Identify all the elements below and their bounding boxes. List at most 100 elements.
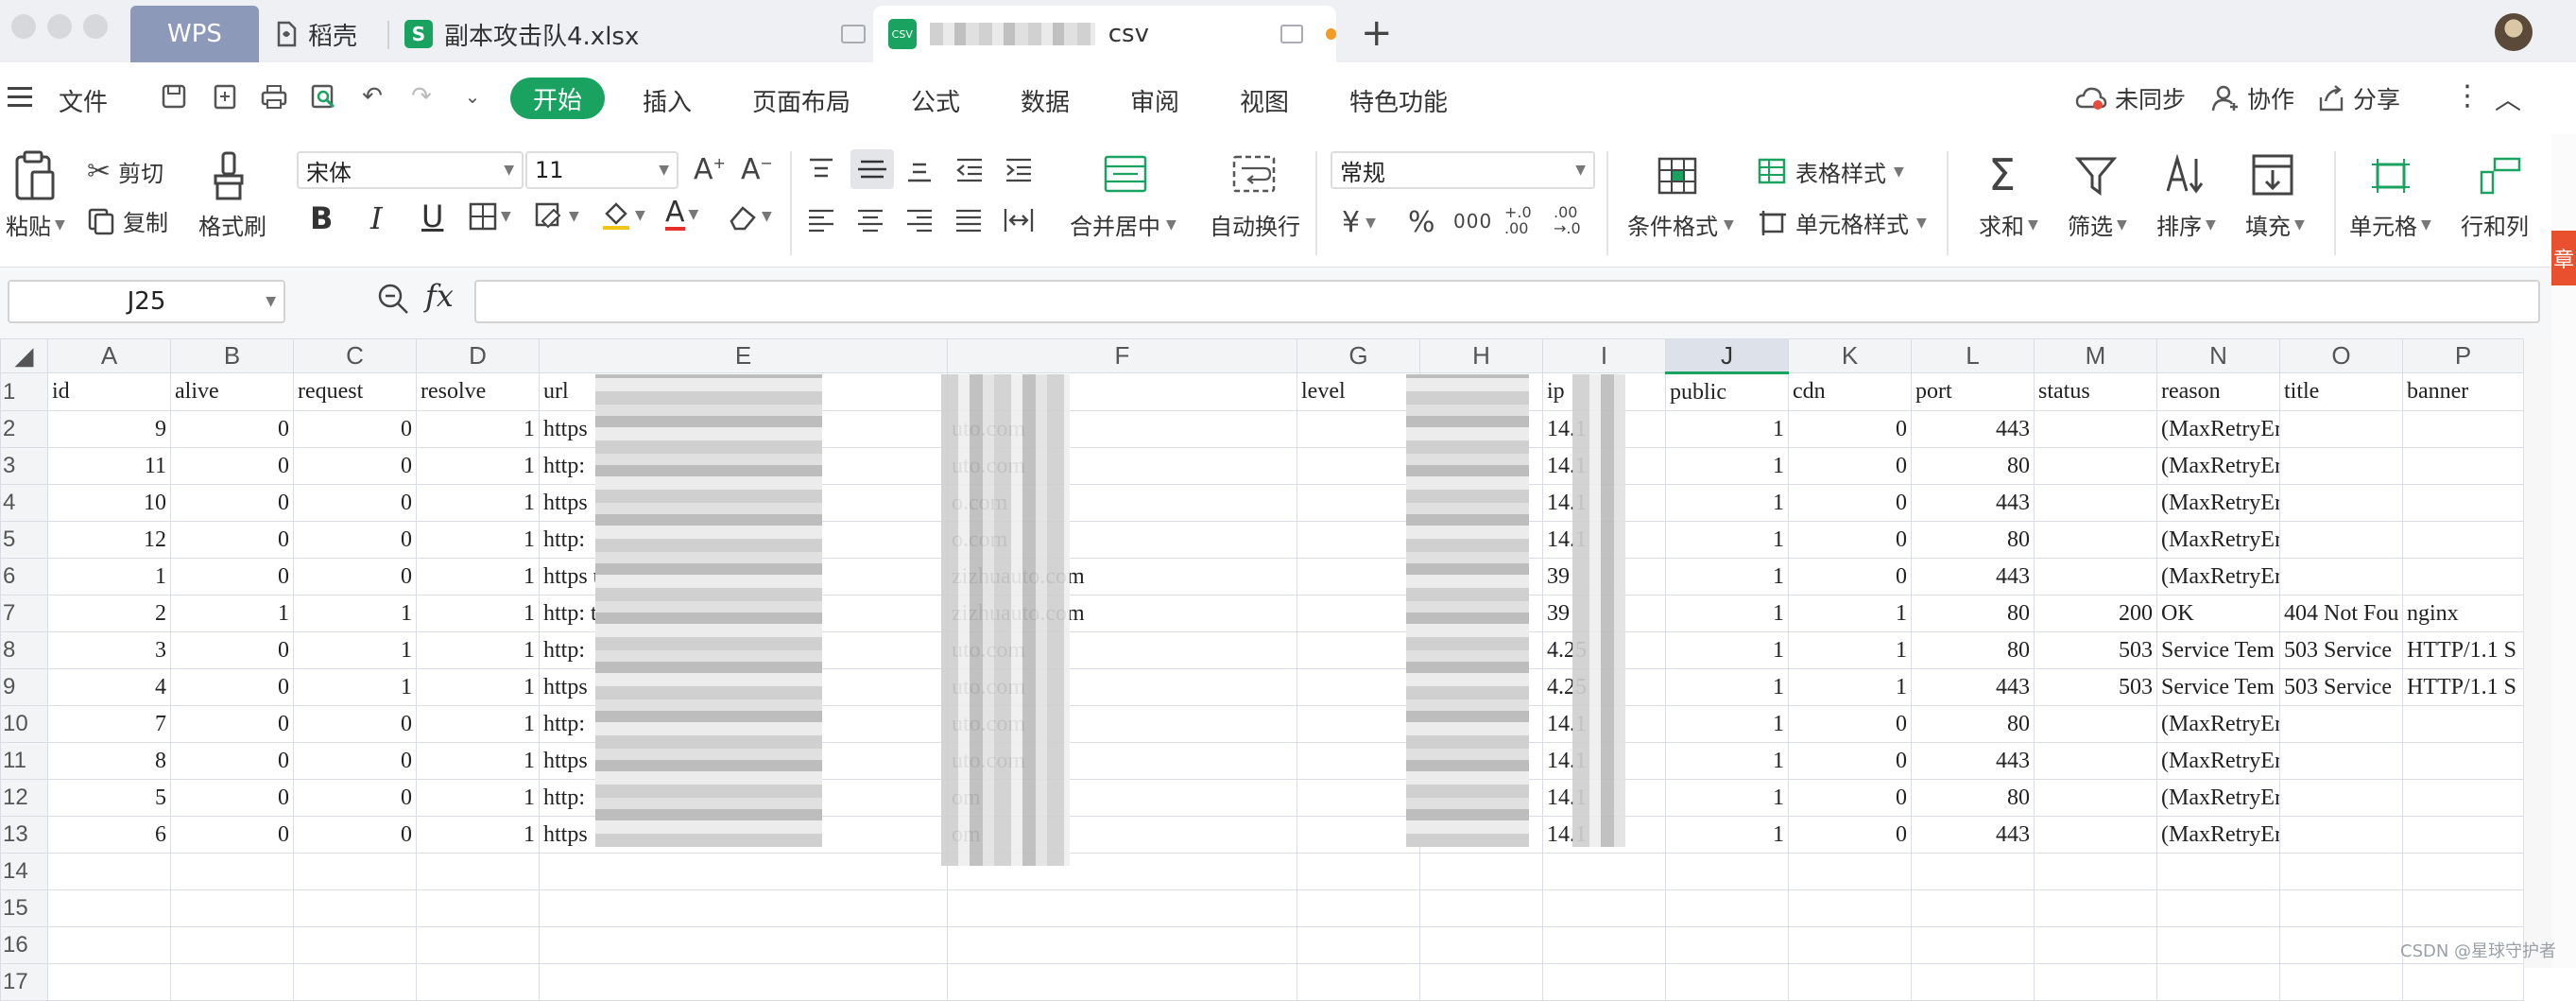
table-cell[interactable]: 0 (293, 779, 417, 817)
table-cell[interactable] (2279, 705, 2403, 743)
table-cell[interactable]: 0 (170, 705, 294, 743)
formula-input[interactable] (474, 280, 2540, 323)
table-cell[interactable] (1297, 410, 1420, 448)
bold-icon[interactable]: B (310, 200, 333, 236)
table-cell[interactable]: 1 (416, 447, 540, 485)
table-cell[interactable]: 0 (1788, 779, 1912, 817)
column-header[interactable]: P (2402, 338, 2524, 373)
table-cell[interactable]: resolve (416, 372, 540, 411)
increase-decimal-icon[interactable]: +.0 .00 (1504, 204, 1532, 236)
table-cell[interactable] (1911, 926, 2035, 964)
column-header[interactable]: I (1542, 338, 1666, 373)
table-cell[interactable] (170, 889, 294, 927)
table-cell[interactable]: alive (170, 372, 294, 411)
table-cell[interactable]: port (1911, 372, 2035, 411)
vertical-scrollbar[interactable] (2523, 338, 2552, 968)
merge-center-icon[interactable] (1104, 155, 1147, 197)
table-cell[interactable] (2034, 558, 2157, 595)
table-cell[interactable] (2034, 410, 2157, 448)
table-cell[interactable]: 1 (1665, 779, 1789, 817)
table-cell[interactable] (47, 926, 171, 964)
table-cell[interactable] (2279, 779, 2403, 817)
table-cell[interactable]: cdn (1788, 372, 1912, 411)
table-cell[interactable] (2402, 484, 2524, 522)
table-cell[interactable]: (MaxRetryError("HTTPSConnectio (2156, 742, 2280, 780)
more-options-icon[interactable]: ⋮ (2453, 79, 2482, 112)
table-cell[interactable] (2402, 447, 2524, 485)
table-cell[interactable]: 0 (293, 558, 417, 595)
column-header[interactable]: A (47, 338, 171, 373)
table-cell[interactable] (293, 963, 417, 1001)
table-cell[interactable] (416, 926, 540, 964)
table-cell[interactable] (1297, 631, 1420, 669)
row-header[interactable]: 16 (0, 926, 48, 964)
menu-file[interactable]: 文件 (59, 83, 108, 118)
row-header[interactable]: 4 (0, 484, 48, 522)
table-cell[interactable]: 0 (293, 447, 417, 485)
table-cell[interactable] (2156, 889, 2280, 927)
table-cell[interactable]: 1 (1665, 595, 1789, 632)
table-cell[interactable]: request (293, 372, 417, 411)
increase-indent-icon[interactable] (1004, 157, 1034, 187)
table-cell[interactable]: 0 (1788, 484, 1912, 522)
table-cell[interactable]: 6 (47, 816, 171, 854)
table-cell[interactable] (1297, 668, 1420, 706)
table-cell[interactable]: 200 (2034, 595, 2157, 632)
align-right-icon[interactable] (905, 208, 934, 236)
tab-insert[interactable]: 插入 (643, 83, 692, 118)
table-cell[interactable]: 0 (293, 410, 417, 448)
increase-font-icon[interactable]: A+ (694, 153, 726, 186)
filter-icon[interactable] (2074, 155, 2118, 200)
filter-button[interactable]: 筛选 ▼ (2068, 208, 2127, 241)
table-cell[interactable]: 1 (1788, 631, 1912, 669)
table-cell[interactable] (293, 926, 417, 964)
table-cell[interactable] (947, 889, 1297, 927)
table-cell[interactable]: 0 (170, 410, 294, 448)
window-minimize-button[interactable] (47, 14, 72, 39)
table-cell[interactable]: 0 (170, 779, 294, 817)
table-cell[interactable]: 0 (170, 631, 294, 669)
table-cell[interactable]: 80 (1911, 779, 2035, 817)
table-cell[interactable]: 0 (1788, 816, 1912, 854)
table-cell[interactable]: 80 (1911, 595, 2035, 632)
table-cell[interactable] (1542, 853, 1666, 890)
align-bottom-icon[interactable] (905, 157, 934, 187)
table-cell[interactable] (2402, 963, 2524, 1001)
table-cell[interactable] (2034, 926, 2157, 964)
table-cell[interactable] (1788, 853, 1912, 890)
table-cell[interactable] (1665, 963, 1789, 1001)
table-cell[interactable] (2279, 889, 2403, 927)
table-cell[interactable] (2279, 484, 2403, 522)
table-cell[interactable] (1788, 963, 1912, 1001)
table-cell[interactable]: (MaxRetryError("HTTPConnection (2156, 447, 2280, 485)
table-cell[interactable]: 1 (1665, 631, 1789, 669)
table-cell[interactable]: 80 (1911, 705, 2035, 743)
tab-daoke[interactable]: 稻壳 (274, 6, 357, 62)
column-header[interactable]: H (1419, 338, 1543, 373)
table-cell[interactable]: 0 (170, 447, 294, 485)
column-header[interactable]: L (1911, 338, 2035, 373)
borders-button[interactable]: ▼ (469, 202, 511, 231)
table-cell[interactable]: (MaxRetryError("HTTPSConnectio (2156, 558, 2280, 595)
table-cell[interactable] (2402, 816, 2524, 854)
table-cell[interactable] (47, 889, 171, 927)
share-button[interactable]: 分享 (2317, 81, 2400, 115)
fill-color-button[interactable]: ▼ (601, 200, 645, 231)
table-cell[interactable] (170, 963, 294, 1001)
table-cell[interactable] (1297, 963, 1420, 1001)
merge-center-button[interactable]: 合并居中 ▼ (1070, 208, 1176, 241)
export-pdf-icon[interactable] (210, 81, 240, 112)
table-cell[interactable] (1297, 926, 1420, 964)
table-cell[interactable]: 1 (1665, 742, 1789, 780)
sort-icon[interactable] (2164, 153, 2207, 200)
table-cell[interactable]: 5 (47, 779, 171, 817)
save-icon[interactable] (159, 81, 189, 112)
table-cell[interactable] (1911, 853, 2035, 890)
table-cell[interactable]: 0 (170, 742, 294, 780)
table-cell[interactable] (539, 889, 948, 927)
table-cell[interactable]: 503 (2034, 668, 2157, 706)
table-cell[interactable]: (MaxRetryError("HTTPConnection (2156, 705, 2280, 743)
table-cell[interactable] (2034, 853, 2157, 890)
new-tab-button[interactable]: + (1361, 11, 1393, 55)
table-cell[interactable]: 1 (416, 668, 540, 706)
